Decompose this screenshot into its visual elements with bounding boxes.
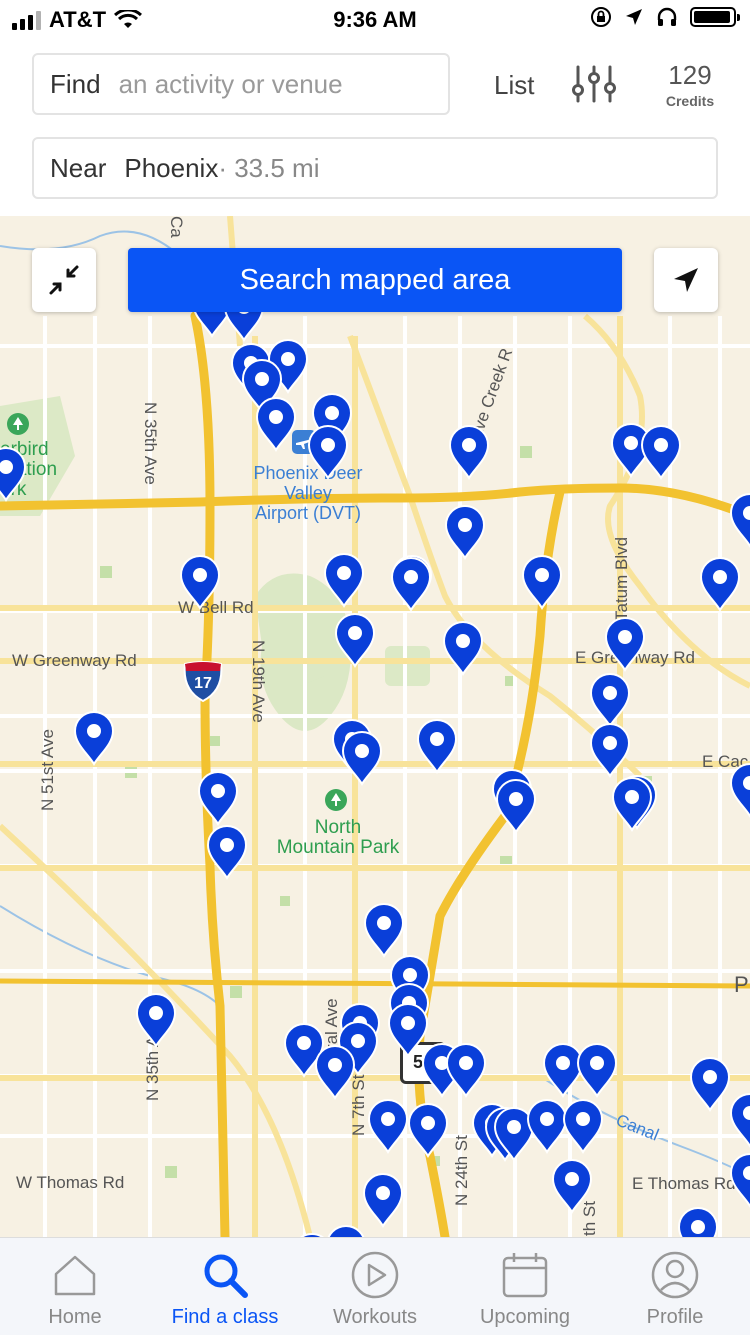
locate-me-button[interactable] [654,248,718,312]
map-view[interactable]: Ca Cave Creek R erbird rvation ark Phoen… [0,216,750,1237]
map-label-p: P [734,972,749,997]
venue-pin[interactable] [443,504,487,560]
credits-label: Credits [665,93,715,109]
filter-icon[interactable] [570,64,618,104]
collapse-map-button[interactable] [32,248,96,312]
find-placeholder: an activity or venue [118,68,343,99]
profile-icon [651,1251,699,1299]
tab-find-a-class[interactable]: Find a class [150,1238,300,1335]
interstate-17-number: 17 [194,675,212,692]
credits-value: 129 [668,60,712,90]
interstate-17-shield: 17 [182,660,224,705]
search-mapped-area-button[interactable]: Search mapped area [128,248,622,312]
venue-pin[interactable] [72,710,116,766]
road-label-n51st: N 51st Ave [38,729,57,811]
tab-find-a-class-label: Find a class [171,1306,279,1328]
home-icon [54,1255,96,1296]
tab-workouts-label: Workouts [332,1306,418,1328]
venue-pin[interactable] [447,424,491,480]
venue-pin[interactable] [254,396,298,452]
battery-icon [690,7,740,27]
tab-profile[interactable]: Profile [600,1238,750,1335]
tab-workouts[interactable]: Workouts [300,1238,450,1335]
list-button[interactable]: List [494,70,534,101]
venue-pin[interactable] [494,778,538,834]
venue-pin[interactable] [322,552,366,608]
venue-pin[interactable] [698,556,742,612]
north-mountain-label-1: North [314,817,362,838]
road-label-n24th: N 24th St [452,1135,471,1206]
park-icon-north-mountain [325,789,347,811]
calendar-icon [502,1253,548,1298]
venue-pin[interactable] [313,1044,357,1100]
road-label-tatum: Tatum Blvd [612,536,631,621]
venue-pin[interactable] [561,1098,605,1154]
near-city: Phoenix [124,152,219,183]
venue-pin[interactable] [610,776,654,832]
find-input[interactable]: Find an activity or venue [32,53,450,115]
venue-pin[interactable] [639,424,683,480]
venue-pin[interactable] [340,730,384,786]
venue-pin[interactable] [676,1206,720,1237]
venue-pin[interactable] [205,824,249,880]
venue-pin[interactable] [603,616,647,672]
status-bar: AT&T 9:36 AM [0,0,750,40]
near-distance: · 33.5 mi [218,152,320,183]
venue-pin[interactable] [389,556,433,612]
road-label-n35th: N 35th Ave [141,402,160,485]
venue-pin[interactable] [728,492,750,548]
venue-pin[interactable] [588,722,632,778]
credits-badge[interactable]: 129 Credits [660,60,720,109]
headphones-icon [657,7,677,26]
location-arrow-icon [626,9,642,25]
tab-home-label: Home [48,1306,102,1328]
road-label-thomas-e: E Thomas Rd [632,1174,736,1193]
venue-pin[interactable] [366,1098,410,1154]
tab-home[interactable]: Home [0,1238,150,1335]
venue-pin[interactable] [306,424,350,480]
near-location-field[interactable]: Near Phoenix · 33.5 mi [32,137,718,199]
venue-pin[interactable] [550,1158,594,1214]
tab-profile-label: Profile [646,1306,704,1328]
venue-pin[interactable] [444,1042,488,1098]
venue-pin[interactable] [415,718,459,774]
north-mountain-label-2: Mountain Park [276,837,400,858]
venue-pin[interactable] [688,1056,732,1112]
park-icon [7,413,29,435]
find-label: Find [50,68,101,99]
tab-bar: Home Find a class Workouts Upcoming Prof… [0,1237,750,1335]
map-label-ca: Ca [167,216,186,238]
venue-pin[interactable] [588,672,632,728]
road-label-greenway-w: W Greenway Rd [12,651,137,670]
airport-label-3: Airport (DVT) [254,503,361,523]
search-icon [204,1254,248,1298]
venue-pin[interactable] [406,1102,450,1158]
tab-upcoming[interactable]: Upcoming [450,1238,600,1335]
venue-pin[interactable] [134,992,178,1048]
venue-pin[interactable] [728,1092,750,1148]
venue-pin[interactable] [728,1152,750,1208]
location-arrow-icon [674,268,698,292]
rotation-lock-icon [591,7,611,27]
north-mountain-label: North Mountain Park [258,818,418,858]
road-label-thomas-w: W Thomas Rd [16,1173,125,1192]
venue-pin[interactable] [178,554,222,610]
venue-pin[interactable] [520,554,564,610]
airport-label-2: Valley [284,483,332,503]
venue-pin[interactable] [0,446,28,502]
venue-pin[interactable] [333,612,377,668]
near-label: Near [50,152,107,183]
venue-pin[interactable] [441,620,485,676]
road-label-n19th: N 19th Ave [249,640,268,723]
venue-pin[interactable] [362,902,406,958]
venue-pin[interactable] [196,770,240,826]
venue-pin[interactable] [575,1042,619,1098]
venue-pin[interactable] [324,1224,368,1237]
tab-upcoming-label: Upcoming [479,1306,571,1328]
collapse-icon [49,265,79,295]
venue-pin[interactable] [728,762,750,818]
play-icon [351,1251,399,1299]
venue-pin[interactable] [361,1172,405,1228]
